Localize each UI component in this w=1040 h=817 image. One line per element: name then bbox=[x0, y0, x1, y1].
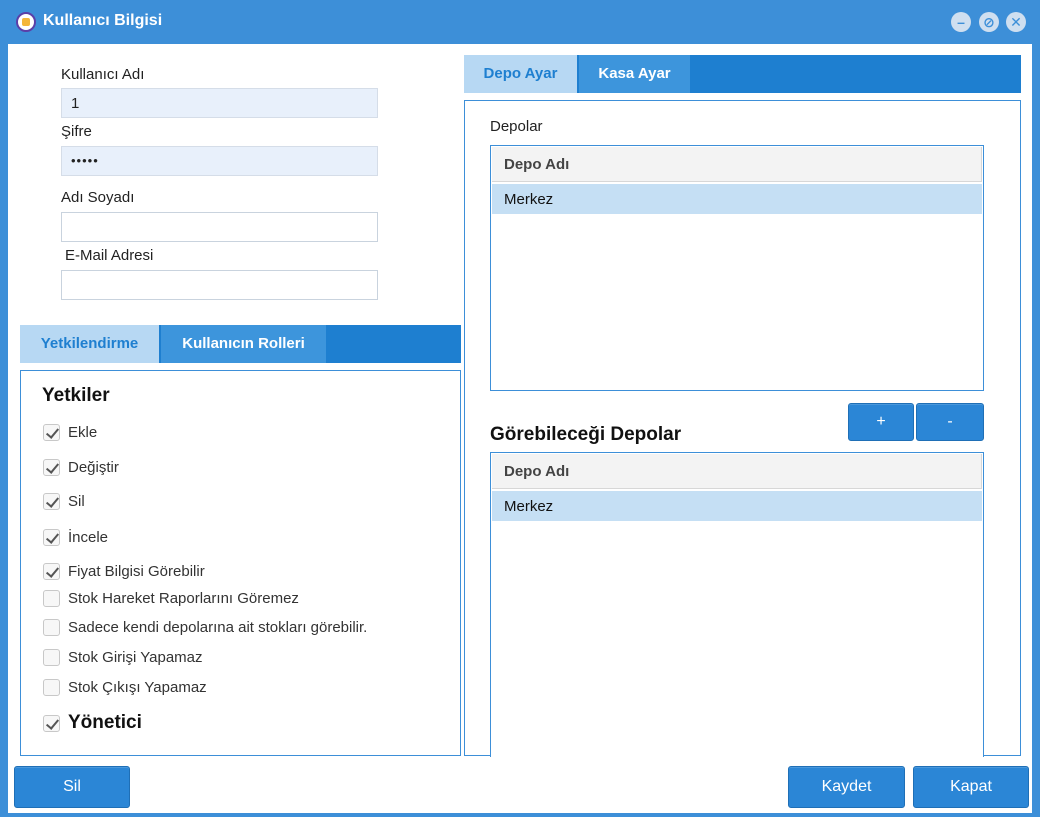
table-row[interactable]: Merkez bbox=[492, 184, 982, 214]
permission-label: Fiyat Bilgisi Görebilir bbox=[68, 562, 205, 580]
permission-label: Ekle bbox=[68, 423, 98, 441]
permissions-title: Yetkiler bbox=[42, 385, 110, 406]
close-button[interactable]: Kapat bbox=[913, 766, 1029, 808]
permission-label: İncele bbox=[68, 528, 109, 546]
window-content: Kullanıcı Adı 1 Şifre ••••• Adı Soyadı E… bbox=[8, 44, 1032, 813]
permission-stock-reports[interactable]: Stok Hareket Raporlarını Göremez bbox=[43, 587, 299, 609]
fullname-field[interactable] bbox=[61, 212, 378, 242]
password-label: Şifre bbox=[61, 123, 92, 140]
permission-label: Sil bbox=[68, 492, 85, 510]
password-field[interactable]: ••••• bbox=[61, 146, 378, 176]
save-button[interactable]: Kaydet bbox=[788, 766, 905, 808]
permission-own-warehouses[interactable]: Sadece kendi depolarına ait stokları gör… bbox=[43, 616, 367, 638]
checkbox-icon[interactable] bbox=[43, 562, 60, 580]
grid-column-header[interactable]: Depo Adı bbox=[492, 454, 982, 489]
close-icon[interactable]: ✕ bbox=[1006, 12, 1026, 32]
user-info-window: Kullanıcı Bilgisi – ⊘ ✕ Kullanıcı Adı 1 … bbox=[0, 0, 1040, 817]
tab-cashbox-settings[interactable]: Kasa Ayar bbox=[579, 55, 690, 93]
table-row[interactable]: Merkez bbox=[492, 491, 982, 521]
checkbox-icon[interactable] bbox=[43, 528, 60, 546]
restore-icon[interactable]: ⊘ bbox=[979, 12, 999, 32]
permission-label: Stok Çıkışı Yapamaz bbox=[68, 678, 207, 696]
tab-authorization[interactable]: Yetkilendirme bbox=[20, 325, 159, 363]
checkbox-icon[interactable] bbox=[43, 618, 60, 636]
title-bar[interactable]: Kullanıcı Bilgisi – ⊘ ✕ bbox=[0, 0, 1040, 44]
permission-label: Stok Hareket Raporlarını Göremez bbox=[68, 589, 299, 607]
remove-warehouse-button[interactable]: - bbox=[916, 403, 984, 441]
visible-warehouses-grid: Depo Adı Merkez bbox=[490, 452, 984, 757]
email-field[interactable] bbox=[61, 270, 378, 300]
visible-warehouses-title: Görebileceği Depolar bbox=[490, 424, 682, 445]
window-title: Kullanıcı Bilgisi bbox=[43, 12, 163, 29]
tab-user-roles[interactable]: Kullanıcın Rolleri bbox=[161, 325, 326, 363]
permissions-panel: Yetkiler Ekle Değiştir Sil İncele Fiyat … bbox=[20, 370, 461, 756]
permission-price-info[interactable]: Fiyat Bilgisi Görebilir bbox=[43, 560, 205, 582]
permission-label: Değiştir bbox=[68, 458, 119, 476]
fullname-label: Adı Soyadı bbox=[61, 189, 135, 206]
warehouses-label: Depolar bbox=[490, 118, 543, 135]
checkbox-icon[interactable] bbox=[43, 589, 60, 607]
username-field[interactable]: 1 bbox=[61, 88, 378, 118]
warehouses-grid: Depo Adı Merkez bbox=[490, 145, 984, 391]
admin-label: Yönetici bbox=[68, 712, 142, 733]
warehouse-settings-panel: Depolar Depo Adı Merkez + - Görebileceği… bbox=[464, 100, 1021, 757]
permission-edit[interactable]: Değiştir bbox=[43, 456, 119, 478]
checkbox-icon[interactable] bbox=[43, 458, 60, 476]
permission-inspect[interactable]: İncele bbox=[43, 526, 108, 548]
checkbox-icon[interactable] bbox=[43, 678, 60, 696]
permission-label: Stok Girişi Yapamaz bbox=[68, 648, 203, 666]
checkbox-icon[interactable] bbox=[43, 492, 60, 510]
username-label: Kullanıcı Adı bbox=[61, 66, 145, 83]
add-warehouse-button[interactable]: + bbox=[848, 403, 914, 441]
checkbox-icon[interactable] bbox=[43, 423, 60, 441]
tab-warehouse-settings[interactable]: Depo Ayar bbox=[464, 55, 577, 93]
permission-admin[interactable]: Yönetici bbox=[43, 710, 142, 736]
email-label: E-Mail Adresi bbox=[65, 247, 154, 264]
checkbox-icon[interactable] bbox=[43, 714, 60, 732]
permission-add[interactable]: Ekle bbox=[43, 421, 97, 443]
permission-delete[interactable]: Sil bbox=[43, 490, 85, 512]
permission-stock-entry[interactable]: Stok Girişi Yapamaz bbox=[43, 646, 203, 668]
permission-stock-exit[interactable]: Stok Çıkışı Yapamaz bbox=[43, 676, 207, 698]
left-tab-bar: Yetkilendirme Kullanıcın Rolleri bbox=[20, 325, 461, 363]
grid-column-header[interactable]: Depo Adı bbox=[492, 147, 982, 182]
permission-label: Sadece kendi depolarına ait stokları gör… bbox=[68, 618, 368, 636]
app-logo-icon bbox=[16, 12, 36, 32]
delete-button[interactable]: Sil bbox=[14, 766, 130, 808]
right-tab-bar: Depo Ayar Kasa Ayar bbox=[464, 55, 1021, 93]
checkbox-icon[interactable] bbox=[43, 648, 60, 666]
minimize-icon[interactable]: – bbox=[951, 12, 971, 32]
